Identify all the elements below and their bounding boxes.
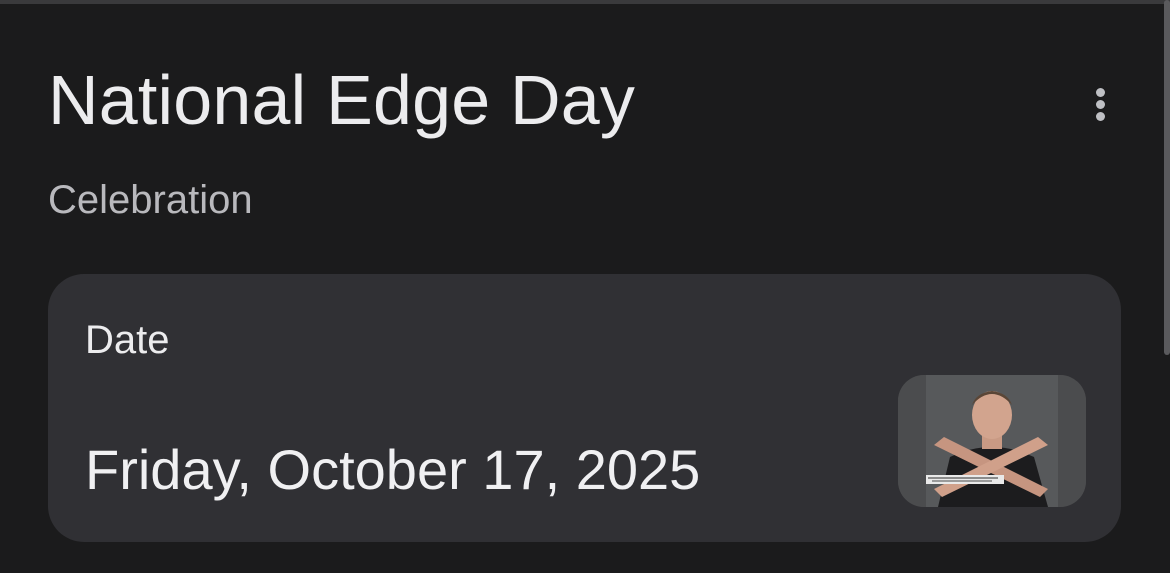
date-label: Date (85, 318, 170, 362)
category-label: Celebration (48, 178, 253, 222)
scrollbar[interactable] (1164, 0, 1170, 355)
page-title: National Edge Day (48, 61, 636, 139)
date-value: Friday, October 17, 2025 (85, 438, 701, 501)
top-divider (0, 0, 1170, 4)
date-card[interactable]: Date Friday, October 17, 2025 (48, 274, 1121, 542)
event-thumbnail-image[interactable] (898, 375, 1086, 507)
more-options-button[interactable] (1080, 80, 1122, 128)
